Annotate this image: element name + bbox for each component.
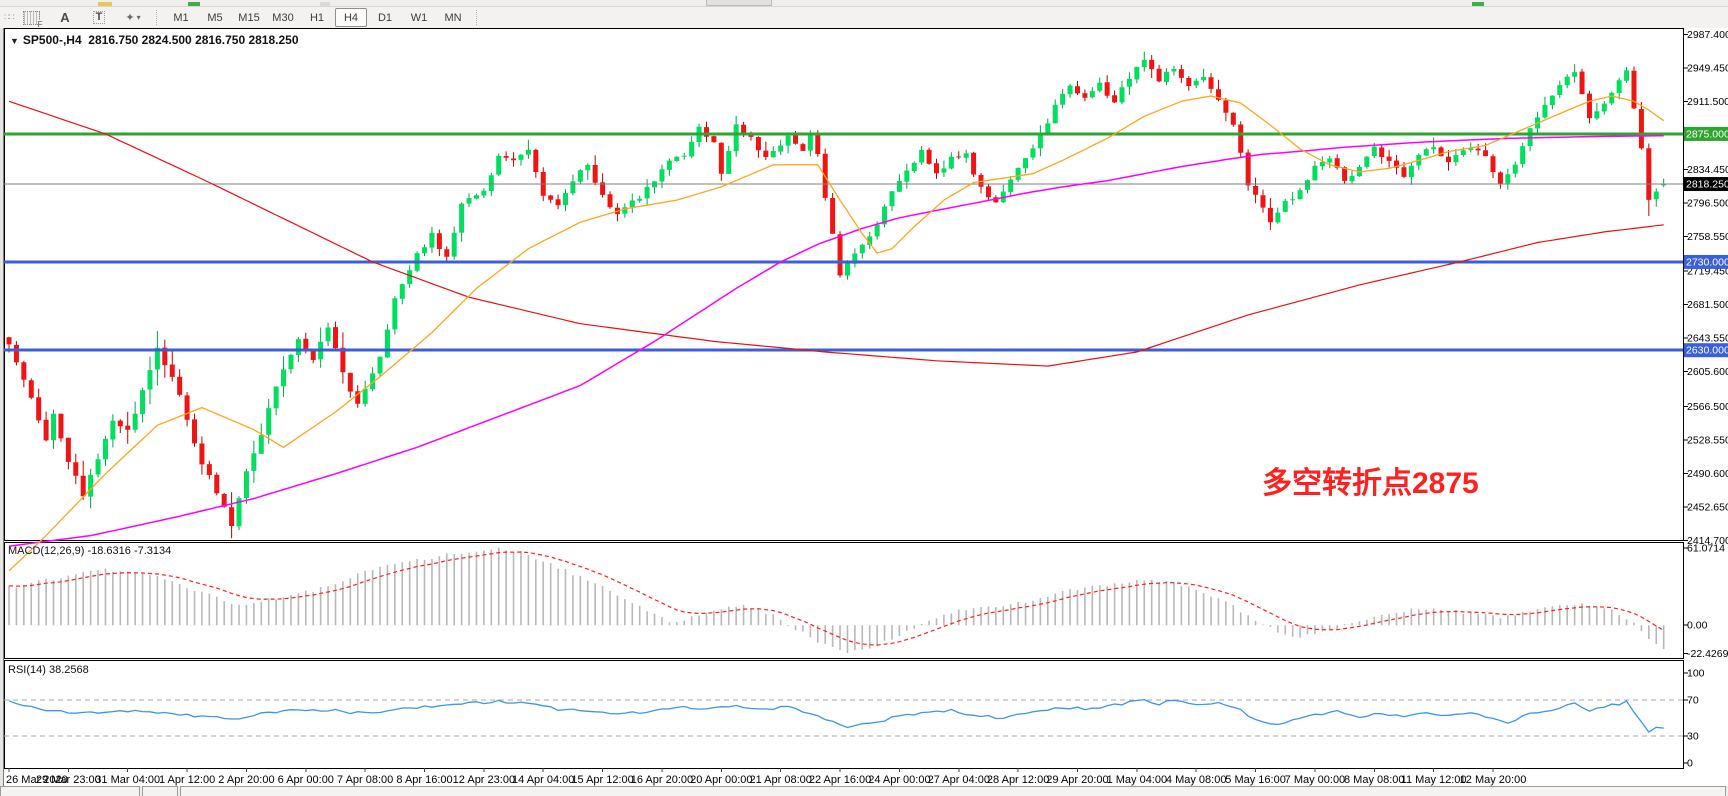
timeframe-button-MN[interactable]: MN bbox=[437, 8, 469, 27]
shapes-icon: ✦ bbox=[125, 11, 134, 24]
macd-pane[interactable] bbox=[5, 543, 1684, 659]
collapse-arrow-icon[interactable]: ▼ bbox=[10, 36, 19, 46]
price-tick-label: 2987.400 bbox=[1687, 29, 1728, 41]
time-axis-label: 16 Apr 20:00 bbox=[631, 774, 693, 786]
price-tick-label: 2911.500 bbox=[1687, 96, 1728, 108]
chart-annotation-text: 多空转折点2875 bbox=[1262, 458, 1479, 502]
timeframe-button-M5[interactable]: M5 bbox=[199, 8, 231, 27]
time-axis-label: 8 Apr 16:00 bbox=[396, 774, 452, 786]
trading-terminal-window: ∷∷ F A T ✦ ▾ M1M5M15M30H1H4D1W1MN 2987.4… bbox=[0, 0, 1728, 796]
timeframe-button-M1[interactable]: M1 bbox=[165, 8, 197, 27]
rsi-indicator-label: RSI(14) 38.2568 bbox=[8, 664, 89, 676]
text-label-tool-button[interactable]: T bbox=[83, 8, 115, 27]
time-axis-label: 20 Apr 00:00 bbox=[690, 774, 752, 786]
time-axis-label: 29 Apr 20:00 bbox=[1046, 774, 1108, 786]
price-badge-label: 2730.000 bbox=[1686, 256, 1728, 268]
time-axis-label: 8 May 08:00 bbox=[1344, 774, 1405, 786]
time-axis-label: 11 May 12:00 bbox=[1401, 774, 1467, 786]
time-axis-label: 6 Apr 00:00 bbox=[278, 774, 334, 786]
time-axis-label: 31 Mar 04:00 bbox=[95, 774, 160, 786]
time-axis-label: 1 May 04:00 bbox=[1107, 774, 1168, 786]
time-axis-label: 22 Apr 16:00 bbox=[809, 774, 871, 786]
price-badge-label: 2875.000 bbox=[1686, 128, 1728, 140]
macd-axis-label: 61.0714 bbox=[1687, 543, 1725, 555]
cropped-toolbar-field bbox=[706, 0, 772, 6]
price-tick-label: 2452.650 bbox=[1687, 501, 1728, 513]
toolbar-separator bbox=[156, 10, 158, 25]
time-axis-label: 1 Apr 12:00 bbox=[159, 774, 215, 786]
rsi-axis-label: 0 bbox=[1687, 758, 1693, 770]
time-axis-label: 27 Apr 04:00 bbox=[928, 774, 990, 786]
time-axis-label: 28 Apr 12:00 bbox=[987, 774, 1049, 786]
timeframe-button-W1[interactable]: W1 bbox=[403, 8, 435, 27]
time-axis-label: 29 Mar 23:00 bbox=[36, 774, 101, 786]
chart-window[interactable]: 2987.400 2949.450 2911.500 2834.450 2796.500… bbox=[0, 28, 1728, 786]
time-axis-label: 5 May 16:00 bbox=[1225, 774, 1286, 786]
status-segment bbox=[180, 786, 1726, 796]
timeframe-button-H1[interactable]: H1 bbox=[301, 8, 333, 27]
status-segment bbox=[142, 786, 178, 796]
chevron-down-icon: ▾ bbox=[137, 13, 141, 22]
macd-indicator-label: MACD(12,26,9) -18.6316 -7.3134 bbox=[8, 545, 171, 557]
time-axis-label: 21 Apr 08:00 bbox=[749, 774, 811, 786]
time-axis-label: 24 Apr 00:00 bbox=[868, 774, 930, 786]
shapes-tool-button[interactable]: ✦ ▾ bbox=[117, 8, 149, 27]
status-bar bbox=[0, 786, 1728, 796]
window-top-strip bbox=[0, 0, 1728, 7]
time-axis-label: 2 Apr 20:00 bbox=[218, 774, 274, 786]
price-badge-label: 2818.250 bbox=[1686, 179, 1728, 191]
time-axis-label: 15 Apr 12:00 bbox=[571, 774, 633, 786]
crosshair-grid-tool-button[interactable]: F bbox=[15, 8, 47, 27]
chart-canvas[interactable]: 2987.400 2949.450 2911.500 2834.450 2796.500… bbox=[0, 28, 1728, 786]
price-tick-label: 2834.450 bbox=[1687, 164, 1728, 176]
price-tick-label: 2528.550 bbox=[1687, 434, 1728, 446]
price-tick-label: 2796.500 bbox=[1687, 198, 1728, 210]
price-tick-label: 2566.500 bbox=[1687, 401, 1728, 413]
boxed-t-icon: T bbox=[93, 11, 106, 24]
cropped-toolbar-icon bbox=[1472, 2, 1484, 6]
timeframe-button-M30[interactable]: M30 bbox=[267, 8, 299, 27]
toolbar-separator bbox=[476, 10, 478, 25]
time-axis-label: 4 May 08:00 bbox=[1166, 774, 1227, 786]
macd-axis-label: 0.00 bbox=[1687, 620, 1708, 632]
ohlc-values: 2816.750 2824.500 2816.750 2818.250 bbox=[88, 33, 298, 47]
cropped-toolbar-icon bbox=[320, 2, 330, 6]
rsi-axis-label: 100 bbox=[1687, 668, 1705, 680]
timeframe-button-M15[interactable]: M15 bbox=[233, 8, 265, 27]
time-axis-label: 7 Apr 08:00 bbox=[337, 774, 393, 786]
toolbar-drag-handle: ∷∷ bbox=[4, 12, 14, 23]
chart-toolbar: ∷∷ F A T ✦ ▾ M1M5M15M30H1H4D1W1MN bbox=[0, 7, 1728, 29]
status-segment bbox=[0, 786, 140, 796]
time-axis-label: 12 Apr 23:00 bbox=[453, 774, 515, 786]
price-tick-label: 2605.600 bbox=[1687, 366, 1728, 378]
timeframe-button-H4[interactable]: H4 bbox=[335, 8, 367, 27]
time-axis-label: 14 Apr 04:00 bbox=[512, 774, 574, 786]
time-axis-label: 12 May 20:00 bbox=[1460, 774, 1527, 786]
insert-text-tool-button[interactable]: A bbox=[49, 8, 81, 27]
timeframe-buttons: M1M5M15M30H1H4D1W1MN bbox=[164, 8, 470, 27]
cropped-toolbar-icon bbox=[188, 2, 200, 6]
chart-title: ▼ SP500-,H4 2816.750 2824.500 2816.750 28… bbox=[10, 33, 299, 47]
symbol-period-label: SP500-,H4 bbox=[23, 33, 82, 47]
price-tick-label: 2681.500 bbox=[1687, 299, 1728, 311]
price-tick-label: 2643.550 bbox=[1687, 333, 1728, 345]
price-tick-label: 2949.450 bbox=[1687, 63, 1728, 75]
timeframe-button-D1[interactable]: D1 bbox=[369, 8, 401, 27]
window-left-edge bbox=[0, 28, 4, 786]
rsi-axis-label: 30 bbox=[1687, 731, 1699, 743]
time-axis-label: 7 May 00:00 bbox=[1285, 774, 1346, 786]
price-badge-label: 2630.000 bbox=[1686, 345, 1728, 357]
rsi-axis-label: 70 bbox=[1687, 695, 1699, 707]
letter-a-icon: A bbox=[60, 10, 69, 25]
macd-axis-label: -22.4269 bbox=[1687, 648, 1728, 660]
grid-f-icon: F bbox=[23, 11, 40, 25]
price-tick-label: 2758.550 bbox=[1687, 231, 1728, 243]
cropped-toolbar-icon bbox=[98, 2, 112, 6]
price-tick-label: 2490.600 bbox=[1687, 468, 1728, 480]
